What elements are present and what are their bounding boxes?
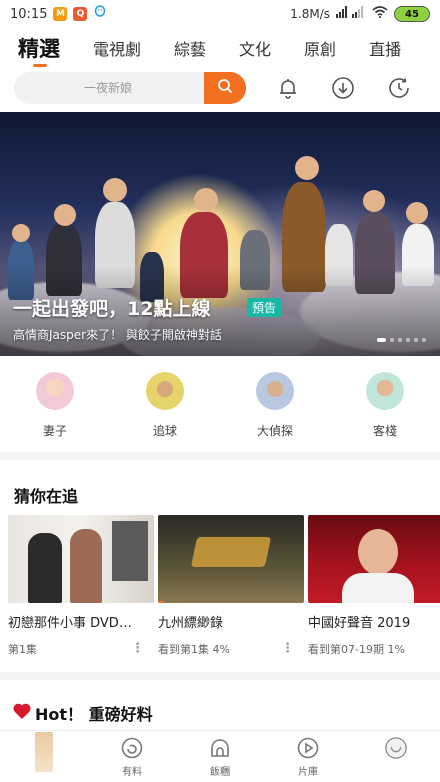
quick-channel-label: 追球 [152, 424, 177, 438]
tab-variety[interactable]: 綜藝 [174, 36, 206, 60]
banner-figure-head [406, 202, 428, 224]
card-thumbnail [8, 515, 154, 603]
play-icon [296, 736, 320, 760]
card-meta: 看到第1集 4% [158, 643, 230, 656]
banner-title: 一起出發吧，12點上線 [13, 298, 211, 320]
bottom-nav-youliao[interactable]: 有料 [88, 731, 176, 782]
thumb-figure [28, 533, 62, 603]
card-meta: 看到第07-19期 1% [308, 643, 405, 656]
section-divider [0, 452, 440, 460]
wifi-icon [372, 6, 388, 22]
avatar [146, 372, 184, 410]
watch-progress [308, 601, 310, 603]
continue-watching-card[interactable]: 中國好聲音 2019 看到第07-19期 1% [308, 515, 440, 657]
mi-app-icon: M [53, 7, 68, 21]
more-options-icon[interactable]: ⋮ [131, 641, 144, 657]
signal-icon [336, 6, 366, 22]
avatar [256, 372, 294, 410]
continue-watching-list: 初戀那件小事 DVD… 第1集 ⋮ 九州縹緲錄 看到第1集 4% ⋮ 中國好聲音… [8, 515, 440, 665]
fantuan-icon [208, 736, 232, 760]
bottom-nav-home[interactable] [0, 731, 88, 782]
continue-watching-title: 猜你在追 [14, 487, 79, 506]
pagination-dot[interactable] [422, 338, 426, 342]
quick-channel-label: 客棧 [372, 424, 397, 438]
home-icon [32, 732, 56, 772]
youliao-icon [120, 736, 144, 760]
thumb-figure [70, 529, 102, 603]
banner-figure-head [295, 156, 319, 180]
more-options-icon[interactable]: ⋮ [281, 641, 294, 657]
watch-progress [158, 601, 164, 603]
tab-live[interactable]: 直播 [369, 36, 401, 60]
search-button[interactable] [204, 72, 246, 104]
pagination-dot[interactable] [390, 338, 394, 342]
banner-figure-head [12, 224, 30, 242]
card-title: 初戀那件小事 DVD… [8, 616, 132, 631]
status-bar: 10:15 M Q 1.8M/s 45 [0, 0, 440, 28]
featured-banner[interactable]: 一起出發吧，12點上線 預告 高情商Jasper來了！ 與餃子開啟神對話 [0, 112, 440, 356]
tab-featured[interactable]: 精選 [18, 33, 60, 67]
continue-watching-card[interactable]: 初戀那件小事 DVD… 第1集 ⋮ [8, 515, 154, 657]
net-speed: 1.8M/s [290, 7, 330, 21]
pagination-dot[interactable] [398, 338, 402, 342]
tab-original[interactable]: 原創 [304, 36, 336, 60]
hot-section-title: Hot！ 重磅好料 [35, 705, 153, 724]
quick-channel-label: 大偵探 [256, 424, 293, 438]
card-meta: 第1集 [8, 643, 37, 656]
bottom-nav-profile[interactable] [352, 731, 440, 782]
bottom-nav-fantuan[interactable]: 飯糰 [176, 731, 264, 782]
quick-channel-wife[interactable]: 妻子 [15, 364, 95, 444]
search-row: 一夜新娘 [0, 72, 440, 104]
card-title: 九州縹緲錄 [158, 616, 224, 631]
thumb-face [358, 529, 398, 575]
banner-figure-head [194, 188, 218, 212]
bottom-nav-label: 飯糰 [210, 767, 230, 778]
bottom-nav: 有料 飯糰 片庫 [0, 730, 440, 782]
qq-icon [93, 5, 107, 23]
avatar [36, 372, 74, 410]
pagination-dot[interactable] [406, 338, 410, 342]
history-icon[interactable] [386, 75, 412, 101]
banner-figure-head [103, 178, 127, 202]
pagination-dot[interactable] [377, 338, 386, 342]
card-thumbnail [158, 515, 304, 603]
heart-icon [12, 702, 32, 724]
search-placeholder: 一夜新娘 [84, 81, 133, 95]
tab-drama[interactable]: 電視劇 [93, 36, 141, 60]
quick-channel-inn[interactable]: 客棧 [345, 364, 425, 444]
bottom-nav-label: 片庫 [298, 767, 318, 778]
banner-subtitle: 高情商Jasper來了！ 與餃子開啟神對話 [13, 328, 222, 342]
quick-channel-detective[interactable]: 大偵探 [235, 364, 315, 444]
bottom-nav-library[interactable]: 片庫 [264, 731, 352, 782]
quick-channels: 妻子 追球 大偵探 客棧 [0, 364, 440, 444]
avatar [366, 372, 404, 410]
status-time: 10:15 [10, 6, 48, 22]
thumb-logo [190, 537, 272, 567]
bell-icon[interactable] [275, 75, 301, 101]
quick-channel-label: 妻子 [42, 424, 67, 438]
bottom-nav-label: 有料 [122, 767, 142, 778]
card-title: 中國好聲音 2019 [308, 616, 411, 631]
banner-badge: 預告 [247, 298, 282, 317]
channel-tabs: 精選 電視劇 綜藝 文化 原創 直播 [0, 30, 440, 67]
hot-section-header: Hot！ 重磅好料 [12, 701, 153, 725]
pagination-dot[interactable] [414, 338, 418, 342]
search-icon [217, 78, 233, 98]
profile-icon [384, 736, 408, 760]
battery-indicator: 45 [394, 6, 430, 22]
download-icon[interactable] [330, 75, 356, 101]
quick-channel-football[interactable]: 追球 [125, 364, 205, 444]
thumb-board [112, 521, 148, 581]
card-thumbnail [308, 515, 440, 603]
banner-figure-head [363, 190, 385, 212]
notification-app-icon: Q [73, 7, 88, 21]
tab-culture[interactable]: 文化 [239, 36, 271, 60]
continue-watching-card[interactable]: 九州縹緲錄 看到第1集 4% ⋮ [158, 515, 304, 657]
banner-pagination [377, 338, 426, 342]
section-divider [0, 672, 440, 680]
thumb-body [342, 573, 414, 603]
banner-figure-head [54, 204, 76, 226]
